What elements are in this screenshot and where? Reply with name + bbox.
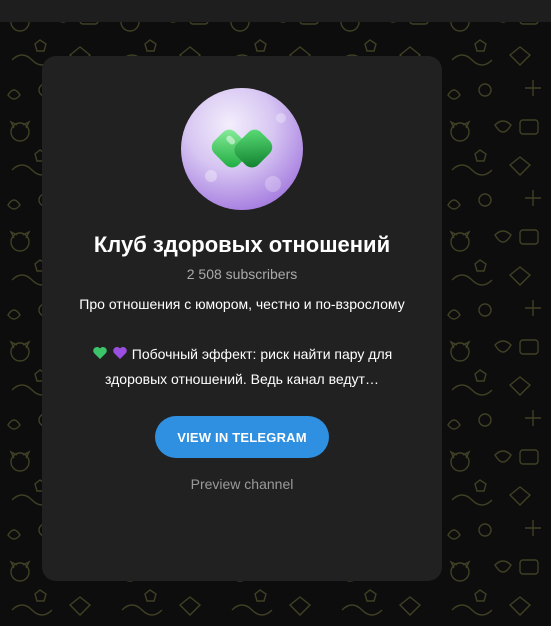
view-in-telegram-button[interactable]: VIEW IN TELEGRAM (155, 416, 329, 458)
green-heart-icon (93, 347, 107, 359)
green-heart-avatar-icon (181, 88, 303, 210)
top-bar (0, 0, 551, 22)
channel-avatar (181, 88, 303, 210)
preview-channel-link[interactable]: Preview channel (191, 474, 294, 494)
channel-card: Клуб здоровых отношений 2 508 subscriber… (42, 56, 442, 581)
description-line-1: Про отношения с юмором, честно и по-взро… (79, 296, 405, 312)
subscriber-count: 2 508 subscribers (186, 266, 298, 282)
channel-description: Про отношения с юмором, честно и по-взро… (77, 292, 407, 392)
purple-heart-icon (113, 347, 127, 359)
channel-title: Клуб здоровых отношений (93, 232, 391, 257)
description-line-2-wrapper: Побочный эффект: риск найти пару для здо… (77, 342, 407, 392)
description-line-2: Побочный эффект: риск найти пару для здо… (105, 346, 393, 387)
